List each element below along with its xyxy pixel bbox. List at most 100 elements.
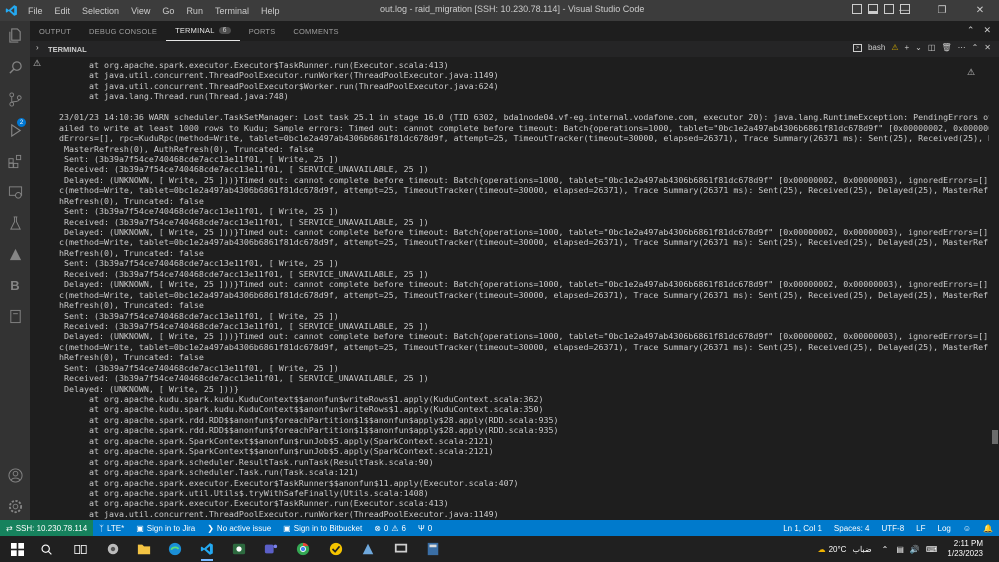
terminal-line: at java.util.concurrent.ThreadPoolExecut… — [59, 70, 499, 81]
network-icon[interactable]: ▤ — [896, 545, 904, 554]
minimize-icon[interactable]: — — [885, 0, 923, 21]
edge-icon[interactable] — [167, 541, 183, 557]
tab-terminal-label: TERMINAL — [175, 26, 215, 35]
status-bar-right: Ln 1, Col 1 Spaces: 4 UTF-8 LF Log ☺ 🔔 — [777, 520, 999, 536]
split-terminal-icon[interactable]: ◫ — [928, 43, 936, 52]
more-actions-icon[interactable]: ⋯ — [958, 43, 966, 52]
tab-debug-console[interactable]: DEBUG CONSOLE — [80, 21, 166, 41]
close-icon[interactable]: ✕ — [984, 43, 991, 52]
remote-indicator[interactable]: ⇄ SSH: 10.230.78.114 — [0, 520, 94, 536]
terminal-scrollbar-thumb[interactable] — [992, 430, 998, 444]
toggle-sidebar-icon[interactable] — [852, 4, 862, 14]
toggle-panel-icon[interactable] — [868, 4, 878, 14]
menu-edit[interactable]: Edit — [49, 6, 77, 16]
close-icon[interactable]: ✕ — [961, 0, 999, 21]
jira-sign-in[interactable]: ▣ Sign in to Jira — [130, 524, 201, 533]
bitbucket-icon[interactable]: B — [7, 277, 23, 293]
ports-indicator[interactable]: Ψ0 — [412, 524, 438, 533]
terminal-line: Received: (3b39a7f54ce740468cde7acc13e11… — [59, 268, 429, 279]
tab-comments[interactable]: COMMENTS — [284, 21, 347, 41]
chevron-up-icon[interactable]: ⌃ — [882, 545, 889, 554]
terminal-line: at org.apache.spark.executor.Executor$Ta… — [59, 498, 449, 509]
testing-icon[interactable] — [7, 215, 23, 231]
terminal-line: Received: (3b39a7f54ce740468cde7acc13e11… — [59, 164, 429, 175]
tab-terminal[interactable]: TERMINAL 6 — [166, 21, 240, 41]
task-view-icon[interactable] — [72, 541, 88, 557]
windows-start-icon[interactable] — [9, 541, 25, 557]
extensions-icon[interactable] — [7, 153, 23, 169]
weather-condition[interactable]: ضباب — [852, 545, 871, 554]
indentation[interactable]: Spaces: 4 — [828, 524, 876, 533]
file-explorer-icon[interactable] — [136, 541, 152, 557]
taskbar-search-icon[interactable] — [38, 541, 54, 557]
tab-ports[interactable]: PORTS — [240, 21, 285, 41]
remote-explorer-icon[interactable] — [7, 184, 23, 200]
tab-comments-label: COMMENTS — [293, 26, 339, 36]
menu-terminal[interactable]: Terminal — [209, 6, 255, 16]
calculator-icon[interactable] — [425, 541, 441, 557]
clock-time: 2:11 PM — [953, 539, 983, 548]
terminal-line: Delayed: (UNKNOWN, [ Write, 25 ]))}Timed… — [59, 279, 989, 290]
close-panel-icon[interactable]: ✕ — [983, 25, 991, 36]
chevron-right-icon[interactable]: › — [36, 43, 39, 52]
run-debug-icon[interactable] — [7, 122, 23, 138]
problems-indicator[interactable]: ⊗ 0 ⚠ 6 — [368, 524, 412, 533]
terminal-section-label: TERMINAL — [48, 44, 87, 54]
new-terminal-icon[interactable]: + — [905, 43, 910, 52]
terminal-line: at org.apache.spark.scheduler.Task.run(T… — [59, 467, 359, 478]
menu-file[interactable]: File — [22, 6, 49, 16]
search-icon[interactable] — [7, 59, 23, 75]
menu-selection[interactable]: Selection — [76, 6, 125, 16]
weather-icon[interactable]: ☁ — [818, 545, 826, 554]
menu-help[interactable]: Help — [255, 6, 286, 16]
terminal-line: at org.apache.spark.executor.Executor$Ta… — [59, 477, 519, 488]
norton-icon[interactable] — [328, 541, 344, 557]
restore-icon[interactable]: ❐ — [923, 0, 961, 21]
putty-icon[interactable] — [393, 541, 409, 557]
menu-go[interactable]: Go — [156, 6, 180, 16]
menu-view[interactable]: View — [125, 6, 156, 16]
source-control-icon[interactable] — [7, 91, 23, 107]
active-issue[interactable]: ❯ No active issue — [201, 524, 277, 533]
atlassian-icon[interactable] — [7, 246, 23, 262]
maximize-panel-icon[interactable]: ⌃ — [967, 25, 975, 36]
temperature[interactable]: 20°C — [829, 545, 847, 554]
terminal-output[interactable]: at org.apache.spark.executor.Executor$Ta… — [59, 60, 989, 520]
language-icon[interactable]: ⌨ — [926, 545, 938, 554]
gear-icon[interactable] — [7, 498, 23, 514]
tab-ports-label: PORTS — [248, 26, 276, 36]
cursor-position[interactable]: Ln 1, Col 1 — [777, 524, 828, 533]
chevron-down-icon[interactable]: ⌄ — [915, 43, 922, 52]
terminal-line: Delayed: (UNKNOWN, [ Write, 25 ]))} — [59, 383, 239, 394]
notifications-icon[interactable]: 🔔 — [977, 524, 999, 533]
bitbucket-sign-in[interactable]: ▣ Sign in to Bitbucket — [277, 524, 368, 533]
explorer-icon[interactable] — [7, 27, 23, 43]
panel-tab-bar: OUTPUT DEBUG CONSOLE TERMINAL 6 PORTS COM… — [30, 21, 999, 41]
vscode-taskbar-icon[interactable] — [199, 541, 215, 557]
encoding[interactable]: UTF-8 — [875, 524, 910, 533]
volume-icon[interactable]: 🔊 — [910, 545, 920, 554]
clock-date: 1/23/2023 — [947, 549, 983, 558]
activity-bar: 2 B — [0, 21, 30, 520]
account-icon[interactable] — [7, 467, 23, 483]
menu-run[interactable]: Run — [180, 6, 209, 16]
language-mode[interactable]: Log — [932, 524, 957, 533]
lte-indicator[interactable]: ᛉ LTE* — [93, 524, 130, 533]
clock[interactable]: 2:11 PM 1/23/2023 — [947, 539, 983, 559]
warning-icon: ⚠ — [33, 58, 42, 68]
network-tool-icon[interactable] — [360, 541, 376, 557]
chrome-icon[interactable] — [295, 541, 311, 557]
snipping-tool-icon[interactable] — [231, 541, 247, 557]
maximize-icon[interactable]: ⌃ — [972, 43, 979, 52]
kill-terminal-icon[interactable]: 🗑 — [941, 43, 951, 52]
terminal-shell-label[interactable]: bash — [868, 43, 885, 52]
tab-output[interactable]: OUTPUT — [30, 21, 80, 41]
notebook-icon[interactable] — [7, 308, 23, 324]
terminal-line: Sent: (3b39a7f54ce740468cde7acc13e11f01,… — [59, 206, 339, 217]
line-ending[interactable]: LF — [910, 524, 931, 533]
app-camera-icon[interactable] — [105, 541, 121, 557]
terminal-line: hRefresh(0), Truncated: false — [59, 195, 204, 206]
feedback-icon[interactable]: ☺ — [957, 524, 977, 533]
teams-icon[interactable] — [263, 541, 279, 557]
terminal-line: Delayed: (UNKNOWN, [ Write, 25 ]))}Timed… — [59, 174, 989, 185]
